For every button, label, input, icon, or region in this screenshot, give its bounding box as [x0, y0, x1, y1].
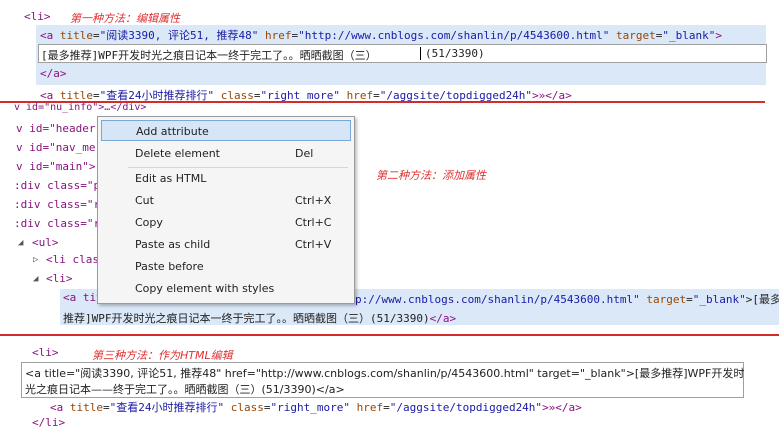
- a2-href-value-3: "/aggsite/topdigged24h": [389, 401, 543, 414]
- li-tag[interactable]: <li>: [46, 272, 73, 285]
- href-value-tail: p://www.cnblogs.com/shanlin/p/4543600.ht…: [355, 293, 640, 306]
- context-menu[interactable]: Add attribute Delete element Del Edit as…: [97, 116, 355, 304]
- html-edit-line-1[interactable]: <a title="阅读3390, 评论51, 推荐48" href="http…: [25, 365, 744, 381]
- menu-label: Paste before: [135, 260, 204, 273]
- tree-line-nav[interactable]: v id="nav_me: [16, 141, 95, 154]
- expand-li-icon[interactable]: ◢: [33, 274, 38, 284]
- menu-item-edit-as-html[interactable]: Edit as HTML: [101, 168, 351, 189]
- target-value-2: "_blank": [692, 293, 746, 306]
- a-text-line-2[interactable]: 推荐]WPF开发时光之痕日记本一终于完工了。。晒晒截图（三）(51/3390)<…: [63, 310, 456, 326]
- menu-item-copy[interactable]: Copy Ctrl+C: [101, 212, 351, 233]
- menu-item-paste-before[interactable]: Paste before: [101, 256, 351, 277]
- method1-note: 第一种方法：编辑属性: [70, 12, 180, 25]
- li-class-tag[interactable]: <li clas: [46, 253, 99, 266]
- menu-shortcut: Ctrl+V: [295, 238, 332, 251]
- href-attr-value[interactable]: "http://www.cnblogs.com/shanlin/p/454360…: [298, 29, 609, 42]
- ul-tag[interactable]: <ul>: [32, 236, 59, 249]
- menu-label: Edit as HTML: [135, 172, 207, 185]
- a-close-tag-2: </a>: [429, 312, 457, 325]
- expand-ul-icon[interactable]: ◢: [18, 238, 23, 248]
- menu-label: Cut: [135, 194, 154, 207]
- tree-line-main[interactable]: v id="main">: [16, 160, 95, 173]
- menu-shortcut: Ctrl+C: [295, 216, 332, 229]
- menu-label: Paste as child: [135, 238, 211, 251]
- title-attr-value[interactable]: "阅读3390, 评论51, 推荐48": [100, 29, 259, 42]
- tree-line-header[interactable]: v id="header: [16, 122, 95, 135]
- edit-as-html-textbox[interactable]: <a title="阅读3390, 评论51, 推荐48" href="http…: [21, 362, 744, 398]
- a2-element-line-3[interactable]: <a title="查看24小时推荐排行" class="right_more"…: [50, 399, 582, 415]
- a2-class-attr-3: class: [230, 401, 264, 414]
- tree-line-div-p[interactable]: :div class="p: [14, 179, 100, 192]
- menu-item-add-attribute[interactable]: Add attribute: [101, 120, 351, 141]
- method2-note: 第二种方法：添加属性: [376, 169, 486, 182]
- a2-class-value-3: "right_more": [270, 401, 350, 414]
- href-attr-name: href: [264, 29, 292, 42]
- a-text-tail: >[最多: [745, 293, 779, 306]
- a2-tag-open-3: <a: [50, 401, 70, 414]
- target-attr-value[interactable]: "_blank": [662, 29, 715, 42]
- menu-shortcut: Del: [295, 147, 314, 160]
- a2-tag-rest-3: >»</a>: [542, 401, 582, 414]
- a-close-tag[interactable]: </a>: [40, 67, 67, 80]
- menu-item-copy-element-with-styles[interactable]: Copy element with styles: [101, 278, 351, 299]
- menu-item-delete-element[interactable]: Delete element Del: [101, 143, 351, 164]
- a2-href-attr-3: href: [356, 401, 384, 414]
- menu-item-cut[interactable]: Cut Ctrl+X: [101, 190, 351, 211]
- section-divider-2: [0, 334, 779, 336]
- html-edit-line-2[interactable]: 光之痕日记本——终于完工了。。晒晒截图（三）(51/3390)</a>: [25, 381, 345, 397]
- edit-text[interactable]: [最多推荐]WPF开发时光之痕日记本一终于完工了。。晒晒截图（三）: [41, 47, 377, 63]
- partial-top-line: v id="nu_info">…</div>: [14, 102, 147, 113]
- menu-shortcut: Ctrl+X: [295, 194, 332, 207]
- a-tag-attrs-tail[interactable]: p://www.cnblogs.com/shanlin/p/4543600.ht…: [355, 291, 779, 307]
- tree-line-div-r2[interactable]: :div class="r: [14, 217, 100, 230]
- menu-label: Add attribute: [136, 125, 209, 138]
- collapsed-li-icon[interactable]: ▷: [33, 255, 38, 265]
- attribute-edit-box[interactable]: [最多推荐]WPF开发时光之痕日记本一终于完工了。。晒晒截图（三） (51/33…: [38, 44, 767, 63]
- menu-item-paste-as-child[interactable]: Paste as child Ctrl+V: [101, 234, 351, 255]
- a-tag-open: <a: [40, 29, 60, 42]
- menu-label: Copy: [135, 216, 163, 229]
- li-close-tag-3[interactable]: </li>: [32, 416, 65, 429]
- tree-line-div-r1[interactable]: :div class="r: [14, 198, 100, 211]
- target-attr-2: target: [646, 293, 687, 306]
- text-caret: [420, 47, 421, 60]
- li-open-tag[interactable]: <li>: [24, 10, 51, 23]
- title-attr-name: title: [59, 29, 93, 42]
- menu-label: Delete element: [135, 147, 220, 160]
- target-attr-name: target: [615, 29, 656, 42]
- a2-title-value-3: "查看24小时推荐排行": [109, 401, 225, 414]
- menu-label: Copy element with styles: [135, 282, 275, 295]
- li-open-tag-3[interactable]: <li>: [32, 346, 59, 359]
- edit-count: (51/3390): [425, 47, 485, 60]
- a2-title-attr-3: title: [69, 401, 103, 414]
- a-text-content-2: 推荐]WPF开发时光之痕日记本一终于完工了。。晒晒截图（三）(51/3390): [63, 312, 430, 325]
- a-element-open-line[interactable]: <a title="阅读3390, 评论51, 推荐48" href="http…: [40, 27, 722, 43]
- a-tag-close-bracket: >: [715, 29, 722, 42]
- method3-note: 第三种方法：作为HTML编辑: [92, 349, 233, 362]
